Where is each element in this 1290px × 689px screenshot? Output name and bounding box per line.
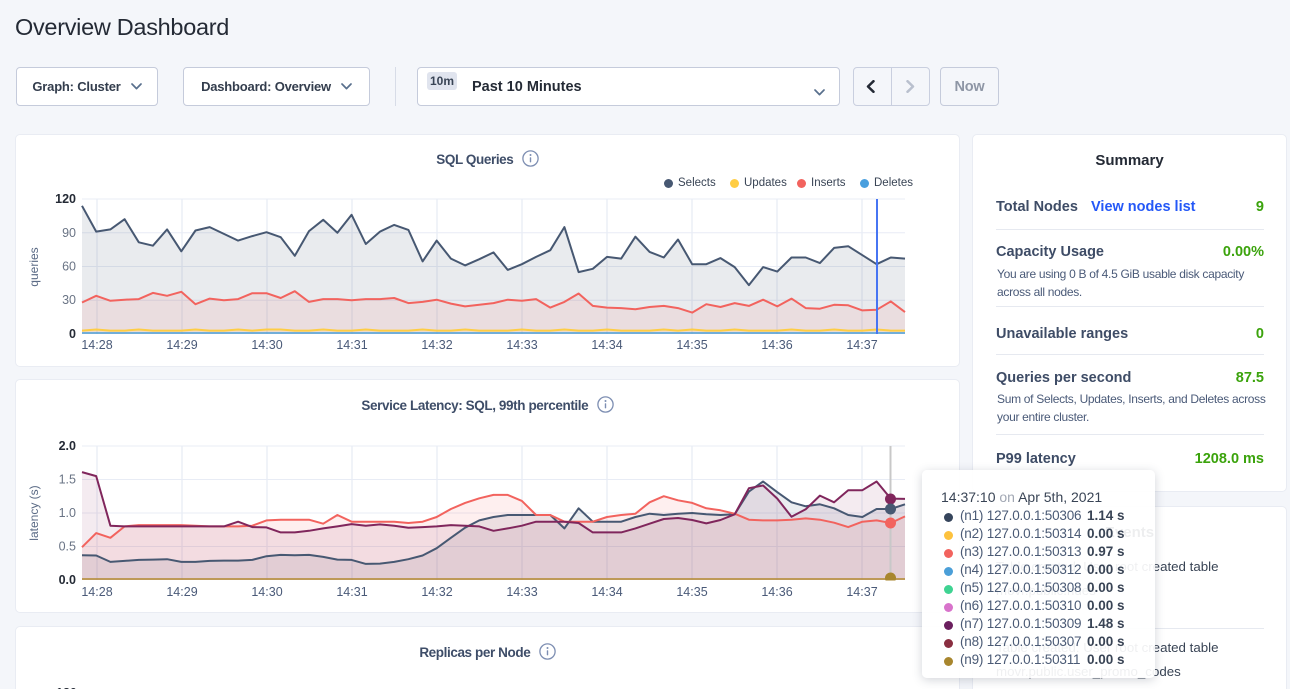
svg-text:queries: queries [27, 247, 41, 286]
svg-text:14:29: 14:29 [166, 585, 197, 599]
svg-text:14:30: 14:30 [251, 585, 282, 599]
svg-text:14:34: 14:34 [591, 338, 622, 352]
svg-text:14:33: 14:33 [506, 585, 537, 599]
svg-text:90: 90 [62, 226, 76, 240]
svg-text:14:34: 14:34 [591, 585, 622, 599]
svg-text:14:31: 14:31 [336, 338, 367, 352]
svg-text:14:35: 14:35 [676, 585, 707, 599]
svg-text:30: 30 [62, 293, 76, 307]
svg-text:14:36: 14:36 [761, 338, 792, 352]
svg-text:60: 60 [62, 260, 76, 274]
svg-text:latency (s): latency (s) [27, 485, 41, 540]
svg-text:1.5: 1.5 [59, 473, 76, 487]
svg-text:14:28: 14:28 [81, 585, 112, 599]
svg-text:0.5: 0.5 [59, 540, 76, 554]
svg-text:0: 0 [69, 327, 76, 341]
svg-text:14:31: 14:31 [336, 585, 367, 599]
svg-text:14:37: 14:37 [846, 585, 877, 599]
svg-text:14:32: 14:32 [421, 338, 452, 352]
svg-text:0.0: 0.0 [59, 573, 76, 587]
svg-text:14:35: 14:35 [676, 338, 707, 352]
svg-text:2.0: 2.0 [59, 439, 76, 453]
svg-text:14:28: 14:28 [81, 338, 112, 352]
svg-text:14:36: 14:36 [761, 585, 792, 599]
svg-text:14:33: 14:33 [506, 338, 537, 352]
svg-text:14:29: 14:29 [166, 338, 197, 352]
svg-text:120: 120 [55, 192, 76, 206]
svg-text:14:32: 14:32 [421, 585, 452, 599]
svg-text:14:37: 14:37 [846, 338, 877, 352]
svg-text:14:30: 14:30 [251, 338, 282, 352]
svg-text:1.0: 1.0 [59, 506, 76, 520]
